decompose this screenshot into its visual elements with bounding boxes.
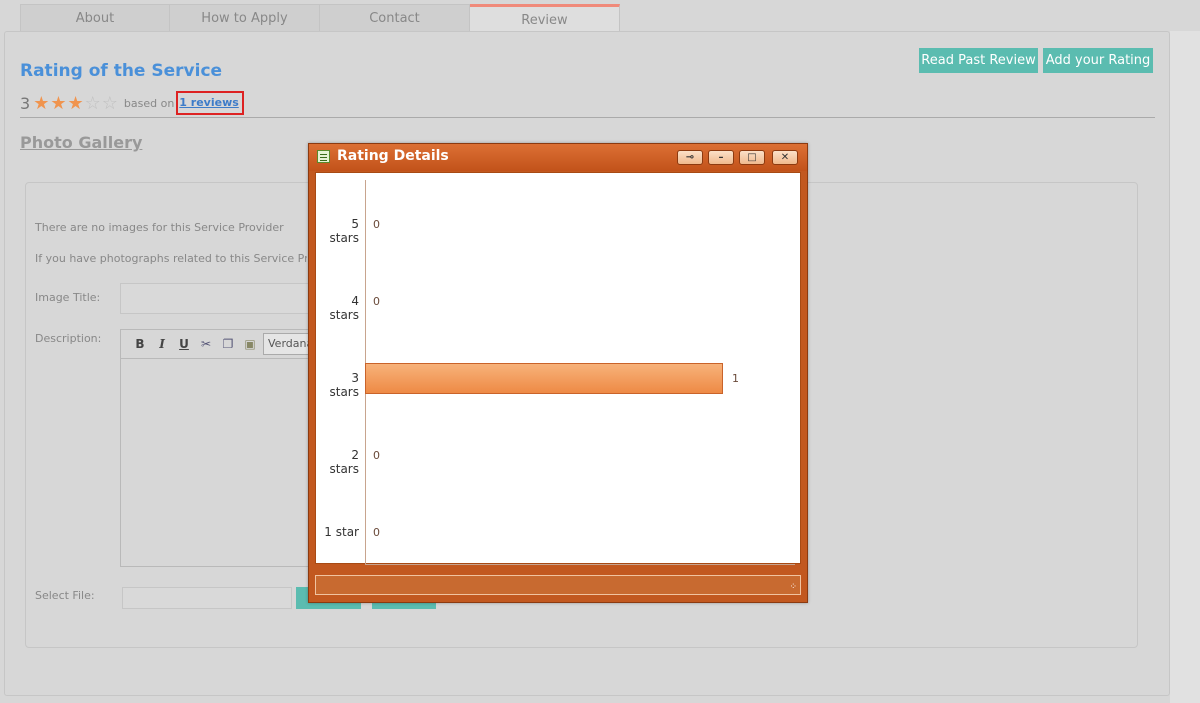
tab-about[interactable]: About (20, 4, 170, 31)
value-label: 0 (373, 448, 380, 462)
tab-how-to-apply[interactable]: How to Apply (170, 4, 320, 31)
bold-icon[interactable]: B (129, 337, 151, 351)
star-filled-icon: ★ (67, 92, 84, 114)
star-empty-icon: ☆ (84, 92, 101, 114)
tab-contact[interactable]: Contact (320, 4, 470, 31)
category-label: 5 stars (329, 216, 360, 245)
reviews-link[interactable]: 1 reviews (176, 91, 244, 115)
category-label: 3 stars (329, 370, 360, 399)
image-title-label: Image Title: (35, 291, 101, 304)
right-gutter (1170, 31, 1200, 703)
close-icon[interactable]: ✕ (772, 150, 798, 165)
upload-hint-text: If you have photographs related to this … (35, 252, 307, 265)
star-empty-icon: ☆ (101, 92, 118, 114)
tab-review[interactable]: Review (470, 4, 620, 33)
cut-icon[interactable]: ✂ (195, 337, 217, 351)
minimize-icon[interactable]: – (708, 150, 734, 165)
star-filled-icon: ★ (50, 92, 67, 114)
rating-summary: 3 ★★★☆☆ based on 1 reviews (20, 91, 244, 115)
description-editor[interactable]: B I U ✂ ❐ ▣ Verdana (120, 329, 320, 567)
no-images-text: There are no images for this Service Pro… (35, 221, 284, 234)
select-file-label: Select File: (35, 589, 95, 602)
dialog-statusbar: ⁘ (315, 575, 801, 595)
chart-bar[interactable] (365, 363, 723, 394)
rating-stars: ★★★☆☆ (33, 94, 119, 113)
value-label: 0 (373, 217, 380, 231)
star-filled-icon: ★ (33, 92, 50, 114)
window-icon (317, 150, 330, 163)
paste-icon[interactable]: ▣ (239, 337, 261, 351)
tab-bar: About How to Apply Contact Review (20, 4, 620, 33)
value-label: 0 (373, 294, 380, 308)
maximize-icon[interactable]: □ (739, 150, 765, 165)
editor-toolbar: B I U ✂ ❐ ▣ Verdana (121, 330, 319, 359)
pin-icon[interactable]: ⊸ (677, 150, 703, 165)
font-select[interactable]: Verdana (263, 333, 309, 355)
underline-icon[interactable]: U (173, 337, 195, 351)
file-input[interactable] (122, 587, 292, 609)
chart-x-axis (365, 564, 795, 565)
rating-score: 3 (20, 93, 31, 113)
value-label: 1 (732, 371, 739, 385)
category-label: 4 stars (329, 293, 360, 322)
read-past-review-button[interactable]: Read Past Review (919, 48, 1038, 73)
dialog-titlebar[interactable]: Rating Details ⊸ – □ ✕ (309, 144, 807, 171)
rating-details-dialog: Rating Details ⊸ – □ ✕ 5 stars 0 4 stars 0 3… (308, 143, 808, 603)
italic-icon[interactable]: I (151, 337, 173, 351)
category-label: 2 stars (329, 447, 360, 476)
photo-gallery-title[interactable]: Photo Gallery (20, 133, 142, 152)
description-label: Description: (35, 332, 102, 345)
divider (20, 117, 1155, 118)
based-on-text: based on (123, 96, 175, 110)
copy-icon[interactable]: ❐ (217, 337, 239, 351)
rating-title: Rating of the Service (20, 61, 223, 81)
rating-chart: 5 stars 0 4 stars 0 3 stars 1 2 stars 0 1 star 0 (315, 172, 801, 565)
dialog-title: Rating Details (337, 148, 449, 164)
image-title-input[interactable] (120, 283, 315, 314)
category-label: 1 star (324, 524, 359, 539)
add-rating-button[interactable]: Add your Rating (1043, 48, 1153, 73)
resize-grip-icon[interactable]: ⁘ (789, 582, 796, 592)
value-label: 0 (373, 525, 380, 539)
